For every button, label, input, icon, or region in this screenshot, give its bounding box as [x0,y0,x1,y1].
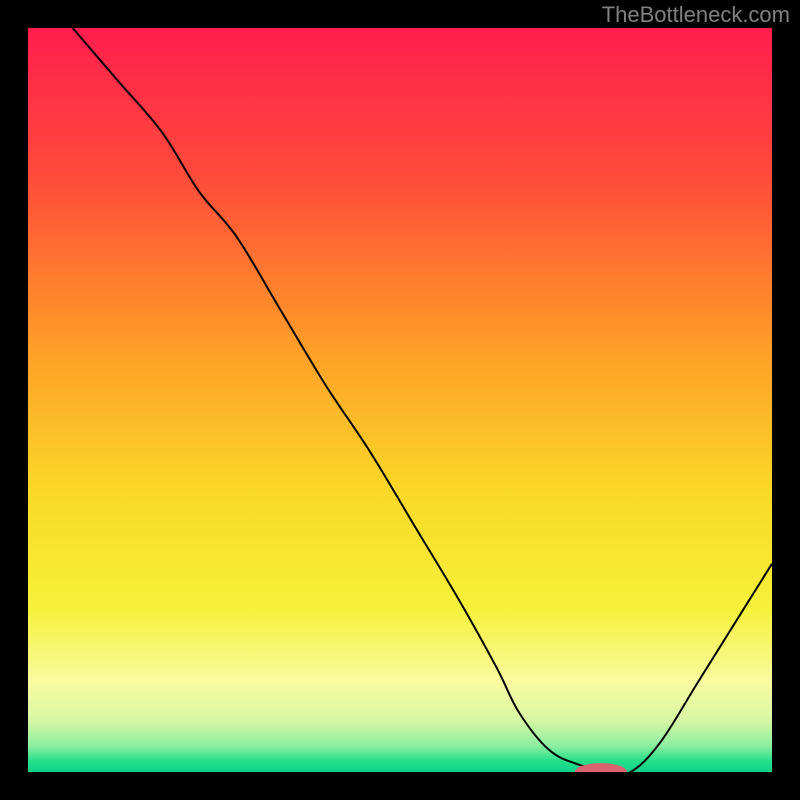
watermark-text: TheBottleneck.com [602,2,790,28]
chart-frame: TheBottleneck.com [0,0,800,800]
gradient-background [28,28,772,772]
plot-area [28,28,772,772]
chart-svg [28,28,772,772]
